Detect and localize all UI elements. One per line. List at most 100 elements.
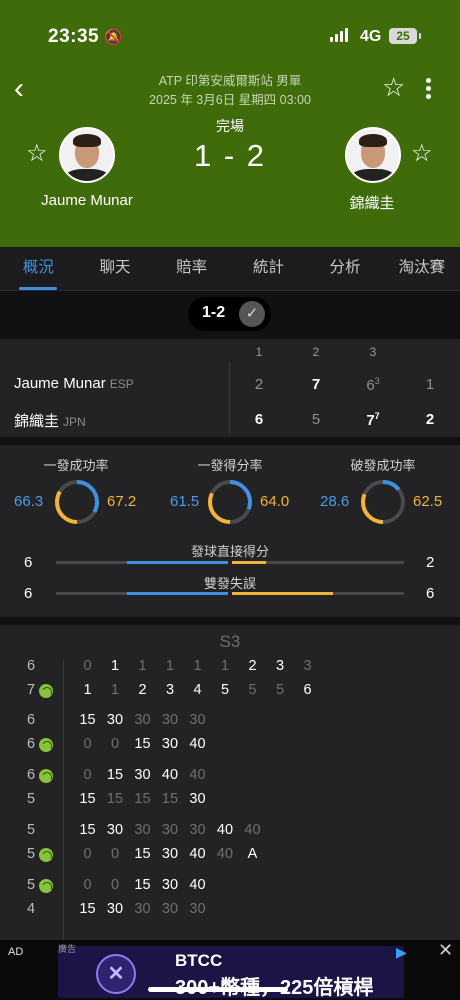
set-score: 2 (254, 376, 264, 393)
tiebreak-point-bottom: 4 (193, 682, 202, 698)
game-point-top: 30 (134, 822, 151, 838)
stat-ring-chart (55, 480, 99, 524)
set-score: 7 (311, 376, 321, 393)
section-divider (0, 437, 460, 445)
tiebreak-point-top: 3 (275, 658, 285, 674)
sets-total: 2 (425, 411, 435, 428)
tab-chat[interactable]: 聊天 (77, 247, 154, 290)
stat-right-value: 64.0 (260, 493, 290, 510)
set-score: 5 (311, 411, 321, 428)
tiebreak-point-top: 3 (303, 658, 312, 674)
tiebreak-point-bottom: 5 (275, 682, 285, 698)
game-score-top: 6 (26, 712, 36, 728)
tiebreak-point-top: 1 (138, 658, 147, 674)
set-selector-label: 1-2 (202, 304, 226, 321)
tiebreak-point-top: 1 (165, 658, 175, 674)
player-left-name[interactable]: Jaume Munar (20, 192, 154, 209)
set-score: 77 (358, 411, 388, 429)
check-icon: ✓ (239, 301, 265, 327)
game-point-bottom: A (247, 846, 258, 862)
set-games: 7 (366, 412, 375, 429)
set-header: 3 (369, 345, 377, 359)
tiebreak-point-bottom: 6 (303, 682, 312, 698)
game-point-bottom: 40 (189, 736, 206, 752)
point-by-point: S3 6 7 0 1 1 1 1 2 1 3 1 4 1 5 2 5 3 5 3 6 6 6 15 0 30 0 30 15 30 30 3… (0, 625, 460, 940)
game-point-top: 30 (189, 712, 206, 728)
divider (229, 363, 230, 433)
player-name: 錦織圭 (14, 413, 60, 430)
tab-bracket[interactable]: 淘汰賽 (383, 247, 460, 290)
bar-fill-left (126, 561, 228, 564)
tab-odds[interactable]: 賠率 (153, 247, 230, 290)
stat-right-value: 62.5 (413, 493, 443, 510)
status-bar: 23:35 🔕 4G 25 (0, 22, 460, 52)
player-right-name[interactable]: 錦織圭 (322, 192, 422, 213)
stats-panel: 一發成功率 66.3 67.2 一發得分率 61.5 64.0 破發成功率 28… (0, 445, 460, 617)
game-point-bottom: 30 (106, 901, 124, 917)
bar-right-value: 2 (426, 554, 435, 571)
serving-ball-icon (39, 848, 53, 862)
game-point-bottom: 40 (189, 846, 206, 862)
game-point-bottom: 15 (134, 791, 151, 807)
bar-stat-label: 發球直接得分 (190, 544, 269, 559)
sets-table: 1 2 3 Jaume Munar ESP 2 7 63 1 錦織圭 JPN 6 5… (0, 339, 460, 437)
stat-ring-chart (208, 480, 252, 524)
match-page: 23:35 🔕 4G 25 ‹ ATP 印第安威爾斯站 男單 2025 年 3月… (0, 0, 460, 1000)
game-point-bottom: 30 (161, 901, 179, 917)
game-point-top: 15 (79, 822, 96, 838)
tab-stats[interactable]: 統計 (230, 247, 307, 290)
section-divider (0, 617, 460, 625)
set-selector-pill[interactable]: 1-2 ✓ (188, 297, 271, 331)
game-point-top: 40 (216, 822, 234, 838)
game-point-top: 15 (134, 877, 151, 893)
favorite-match-star-icon[interactable]: ☆ (382, 74, 405, 100)
game-point-bottom: 15 (134, 736, 151, 752)
game-point-bottom: 0 (110, 846, 120, 862)
set-score: 6 (254, 411, 264, 428)
game-point-top: 30 (189, 822, 206, 838)
stat-left-value: 28.6 (320, 493, 350, 510)
pbp-set-title: S3 (219, 632, 241, 651)
tiebreak-point-bottom: 1 (110, 682, 120, 698)
player-name: Jaume Munar (14, 375, 106, 392)
more-menu-icon[interactable] (424, 78, 432, 102)
bar-fill-right (232, 592, 334, 595)
tab-overview[interactable]: 概況 (0, 247, 77, 290)
set-games: 6 (366, 377, 375, 394)
game-point-bottom: 15 (79, 791, 96, 807)
set-score: 63 (358, 376, 388, 394)
serving-ball-icon (39, 769, 53, 783)
favorite-player-right-star-icon[interactable]: ☆ (411, 142, 433, 166)
tiebreak-point-top: 1 (193, 658, 202, 674)
network-type: 4G (360, 28, 382, 45)
divider (63, 660, 64, 940)
tiebreak-score: 3 (374, 376, 380, 386)
stat-left-value: 61.5 (170, 493, 200, 510)
player-country: ESP (109, 377, 134, 391)
bar-fill-right (232, 561, 266, 564)
ad-choices-icon[interactable]: ▶ (396, 944, 407, 961)
bar-left-value: 6 (24, 554, 33, 571)
tiebreak-point-bottom: 5 (220, 682, 230, 698)
game-point-bottom: 40 (216, 846, 234, 862)
stat-left-value: 66.3 (14, 493, 44, 510)
serving-ball-icon (39, 879, 53, 893)
game-point-bottom: 30 (161, 846, 179, 862)
sets-total: 1 (425, 376, 435, 393)
player-right-avatar[interactable] (345, 127, 401, 183)
game-point-bottom: 15 (134, 846, 151, 862)
bar-fill-left (126, 592, 228, 595)
battery-icon: 25 (389, 28, 421, 44)
tiebreak-point-top: 1 (110, 658, 120, 674)
game-point-top: 30 (161, 877, 179, 893)
game-point-top: 40 (189, 877, 206, 893)
ad-brand: BTCC (175, 951, 223, 970)
tiebreak-score: 7 (374, 411, 380, 421)
game-point-top: 30 (161, 822, 179, 838)
home-indicator (148, 987, 288, 992)
game-score-bottom: 5 (26, 791, 36, 807)
tab-analysis[interactable]: 分析 (307, 247, 384, 290)
close-icon[interactable]: ✕ (438, 940, 453, 961)
game-point-bottom: 0 (110, 736, 120, 752)
game-point-bottom: 15 (161, 791, 179, 807)
